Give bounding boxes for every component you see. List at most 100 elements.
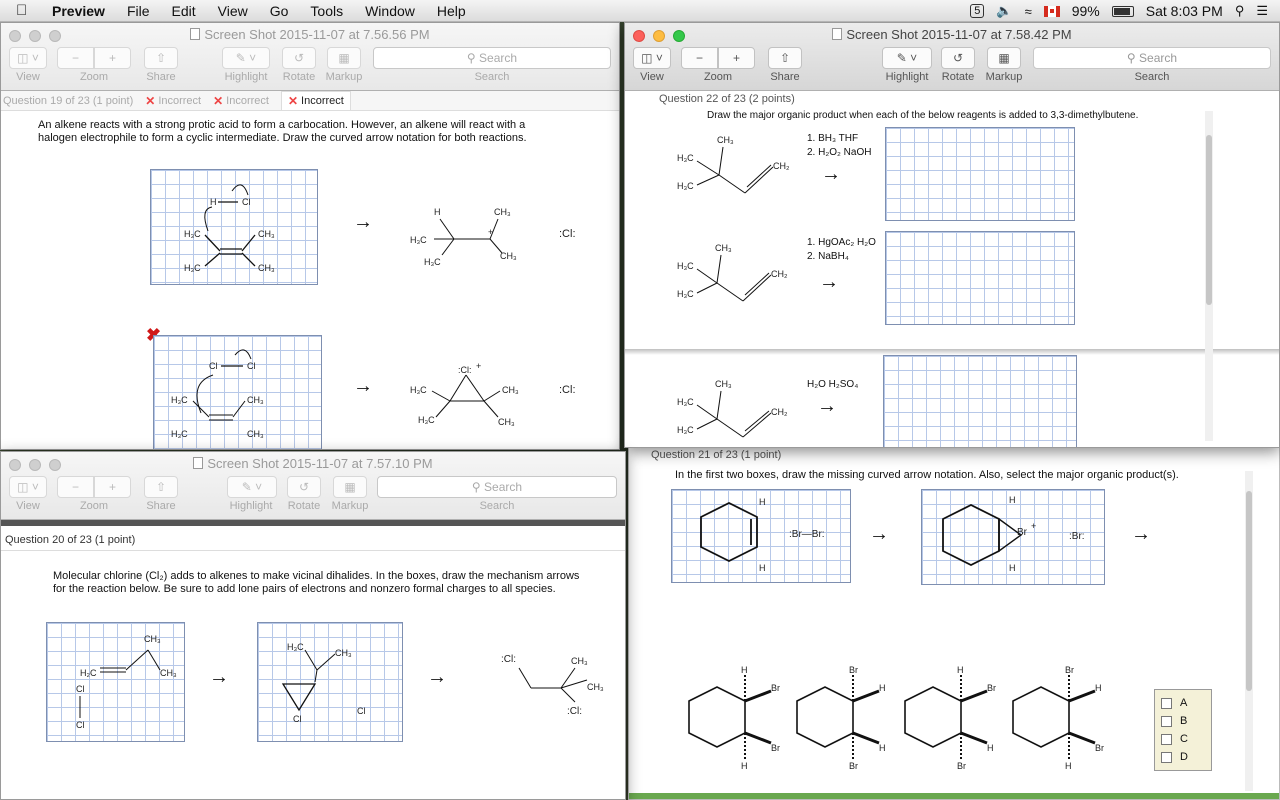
reaction-arrow-2: →: [1131, 523, 1151, 545]
scrollbar[interactable]: [1245, 471, 1253, 791]
product-c-structure[interactable]: H Br H Br: [895, 663, 1005, 773]
answer-choices: A B C D: [1154, 689, 1212, 771]
rotate-button[interactable]: ↺: [287, 476, 321, 498]
menu-file[interactable]: File: [127, 3, 150, 19]
answer-box-3[interactable]: [883, 355, 1077, 447]
search-input[interactable]: ⚲ Search: [377, 476, 617, 498]
document-page: Question 19 of 23 (1 point) ✕ Incorrect ✕…: [1, 91, 619, 449]
battery-icon[interactable]: [1111, 5, 1134, 17]
notification-center-icon[interactable]: ☰: [1256, 3, 1268, 19]
product-d-structure[interactable]: Br H Br H: [1003, 663, 1113, 773]
document-icon: [190, 28, 201, 40]
wifi-icon[interactable]: ≈: [1025, 4, 1032, 19]
svg-text:H₃C: H₃C: [184, 229, 201, 239]
svg-text:H: H: [957, 665, 964, 675]
checkbox-b[interactable]: [1161, 715, 1172, 727]
choice-a[interactable]: A: [1161, 694, 1205, 712]
menu-view[interactable]: View: [218, 3, 248, 19]
share-button[interactable]: ⇧: [144, 476, 178, 498]
spotlight-icon[interactable]: ⚲: [1235, 3, 1245, 19]
svg-text:Br: Br: [1017, 527, 1028, 538]
view-label: View: [640, 71, 664, 83]
reaction-arrow-2: →: [427, 666, 447, 688]
svg-text:H₃C: H₃C: [677, 289, 694, 299]
tab-incorrect-1[interactable]: ✕ Incorrect: [145, 94, 201, 108]
badge-icon[interactable]: 5: [970, 4, 985, 18]
question-prompt: Molecular chlorine (Cl₂) adds to alkenes…: [53, 570, 580, 595]
view-button[interactable]: ◫ ˅: [9, 47, 47, 69]
choice-c[interactable]: C: [1161, 730, 1205, 748]
menu-window[interactable]: Window: [365, 3, 415, 19]
menu-app-name[interactable]: Preview: [52, 3, 105, 19]
choice-d[interactable]: D: [1161, 748, 1205, 766]
menu-help[interactable]: Help: [437, 3, 466, 19]
rotate-button[interactable]: ↺: [282, 47, 316, 69]
markup-button[interactable]: ▦: [333, 476, 367, 498]
svg-text::Br:: :Br:: [1069, 531, 1085, 542]
zoom-out-button[interactable]: −: [57, 47, 94, 69]
search-input[interactable]: ⚲ Search: [373, 47, 611, 69]
question-tabs: Question 19 of 23 (1 point) ✕ Incorrect ✕…: [1, 91, 619, 111]
flag-icon[interactable]: [1043, 5, 1060, 17]
highlight-button[interactable]: ✎ ˅: [882, 47, 932, 69]
zoom-out-button[interactable]: −: [681, 47, 718, 69]
product-b-structure[interactable]: Br H H Br: [787, 663, 897, 773]
zoom-out-button[interactable]: −: [57, 476, 94, 498]
search-label: Search: [474, 71, 510, 83]
chloride-ion-2: :Cl:: [559, 384, 576, 396]
highlight-button[interactable]: ✎ ˅: [222, 47, 270, 69]
svg-text:H: H: [1095, 683, 1102, 693]
dimethylbutene-structure-1: CH₃ H₃C H₃C CH₂: [677, 135, 790, 194]
answer-box-1[interactable]: [885, 127, 1075, 221]
zoom-in-button[interactable]: +: [94, 476, 131, 498]
rotate-button[interactable]: ↺: [941, 47, 975, 69]
checkbox-d[interactable]: [1161, 751, 1172, 763]
svg-text:Cl: Cl: [357, 706, 366, 716]
highlight-label: Highlight: [229, 500, 273, 512]
menu-tools[interactable]: Tools: [310, 3, 343, 19]
markup-button[interactable]: ▦: [987, 47, 1021, 69]
svg-text:H: H: [987, 743, 994, 753]
svg-text:Br: Br: [987, 683, 996, 693]
clock[interactable]: Sat 8:03 PM: [1146, 3, 1223, 19]
markup-label: Markup: [325, 71, 363, 83]
svg-text:CH₃: CH₃: [715, 243, 732, 253]
preview-window-q19: Screen Shot 2015-11-07 at 7.56.56 PM ◫ ˅…: [0, 22, 620, 450]
view-button[interactable]: ◫ ˅: [9, 476, 47, 498]
svg-text:Br: Br: [1065, 665, 1074, 675]
product-a-structure[interactable]: H Br Br H: [679, 663, 789, 773]
tab-incorrect-3[interactable]: ✕ Incorrect: [280, 91, 351, 110]
answer-box-2[interactable]: [885, 231, 1075, 325]
view-button[interactable]: ◫ ˅: [633, 47, 671, 69]
markup-label: Markup: [331, 500, 369, 512]
checkbox-c[interactable]: [1161, 733, 1172, 745]
highlight-button[interactable]: ✎ ˅: [227, 476, 277, 498]
share-label: Share: [146, 500, 176, 512]
zoom-in-button[interactable]: +: [94, 47, 131, 69]
markup-button[interactable]: ▦: [327, 47, 361, 69]
volume-icon[interactable]: 🔈: [996, 3, 1012, 19]
page-fold-shadow: [625, 349, 1279, 355]
share-button[interactable]: ⇧: [144, 47, 178, 69]
svg-text:H₃C: H₃C: [184, 263, 201, 273]
share-button[interactable]: ⇧: [768, 47, 802, 69]
page-separator: [1, 520, 625, 526]
checkbox-a[interactable]: [1161, 697, 1172, 709]
scrollbar[interactable]: [1205, 111, 1213, 441]
zoom-in-button[interactable]: +: [718, 47, 755, 69]
svg-text::Br—Br:: :Br—Br:: [789, 529, 825, 540]
search-label: Search: [479, 500, 515, 512]
svg-text:CH₃: CH₃: [715, 379, 732, 389]
choice-b[interactable]: B: [1161, 712, 1205, 730]
svg-text::Cl:: :Cl:: [458, 365, 472, 375]
tab-incorrect-2[interactable]: ✕ Incorrect: [213, 94, 269, 108]
question-number: Question 20 of 23 (1 point): [5, 534, 136, 546]
svg-text:H: H: [210, 197, 217, 207]
apple-icon[interactable]: : [16, 2, 36, 19]
reagents-2-line-1: 1. HgOAc₂ H₂O: [807, 237, 876, 248]
menu-go[interactable]: Go: [270, 3, 289, 19]
search-input[interactable]: ⚲ Search: [1033, 47, 1271, 69]
question-number: Question 22 of 23 (2 points): [659, 93, 795, 105]
svg-text:Br: Br: [957, 761, 966, 771]
menu-edit[interactable]: Edit: [172, 3, 196, 19]
